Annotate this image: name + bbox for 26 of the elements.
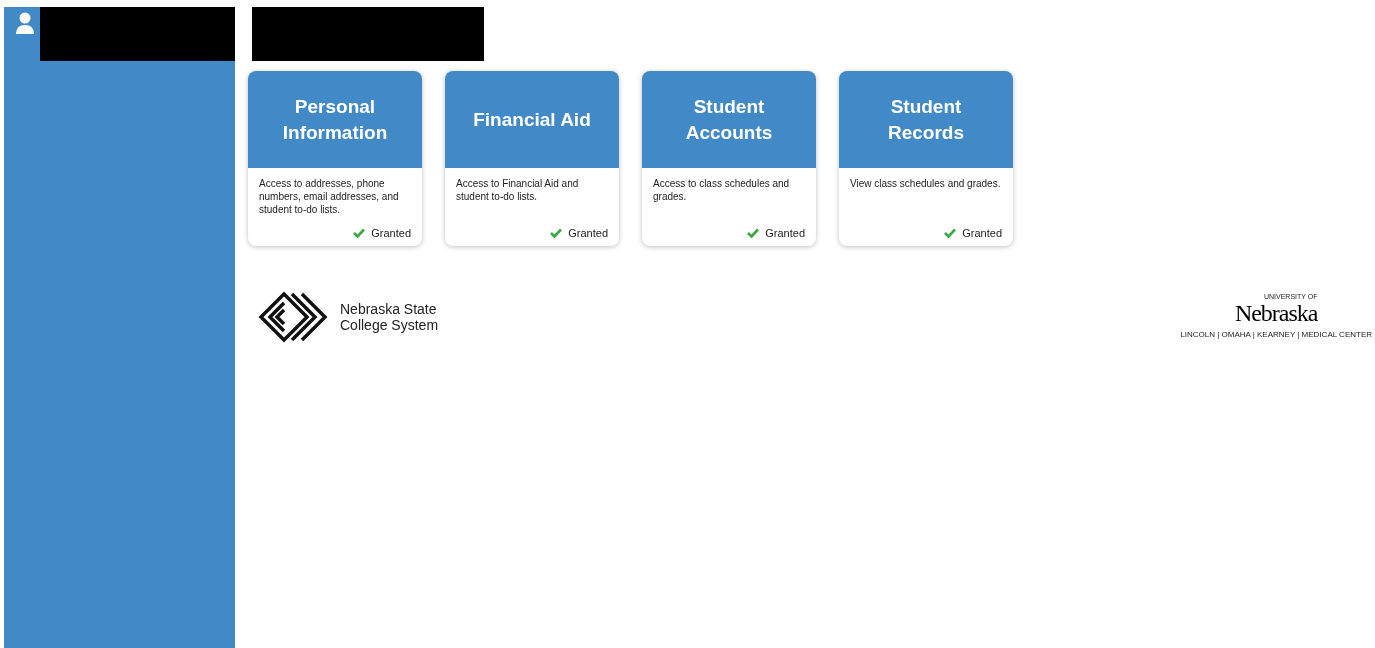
status-label: Granted [962, 225, 1002, 241]
check-icon [353, 227, 366, 238]
card-title: Financial Aid [473, 107, 591, 132]
access-card[interactable]: Student Accounts Access to class schedules and grades. Granted [642, 71, 816, 246]
check-icon [944, 227, 957, 238]
card-description: Access to class schedules and grades. [653, 177, 791, 203]
campus-list: LINCOLN | OMAHA | KEARNEY | MEDICAL CENTER [1180, 329, 1372, 341]
card-description: View class schedules and grades. [850, 177, 1002, 190]
card-title: Student Accounts [684, 94, 774, 145]
status-label: Granted [765, 225, 805, 241]
check-icon [747, 227, 760, 238]
user-icon [15, 12, 35, 36]
card-title: Student Records [887, 94, 965, 145]
access-card[interactable]: Student Records View class schedules and grades. Granted [839, 71, 1013, 246]
status-label: Granted [371, 225, 411, 241]
card-description: Access to addresses, phone numbers, email addresses, and student to-do lists. [259, 177, 400, 216]
logo-text: College System [340, 317, 439, 333]
card-title: Personal Information [281, 94, 389, 145]
access-card[interactable]: Personal Information Access to addresses, phone numbers, email addresses, and student to-do lists. Granted [248, 71, 422, 246]
logo-text: Nebraska State [340, 301, 438, 317]
card-description: Access to Financial Aid and student to-do lists. [456, 177, 580, 203]
logo-wordmark: Nebraska [1234, 301, 1318, 325]
diamond-logo-icon [258, 291, 330, 343]
access-card[interactable]: Financial Aid Access to Financial Aid and student to-do lists. Granted [445, 71, 619, 246]
status-label: Granted [568, 225, 608, 241]
check-icon [550, 227, 563, 238]
